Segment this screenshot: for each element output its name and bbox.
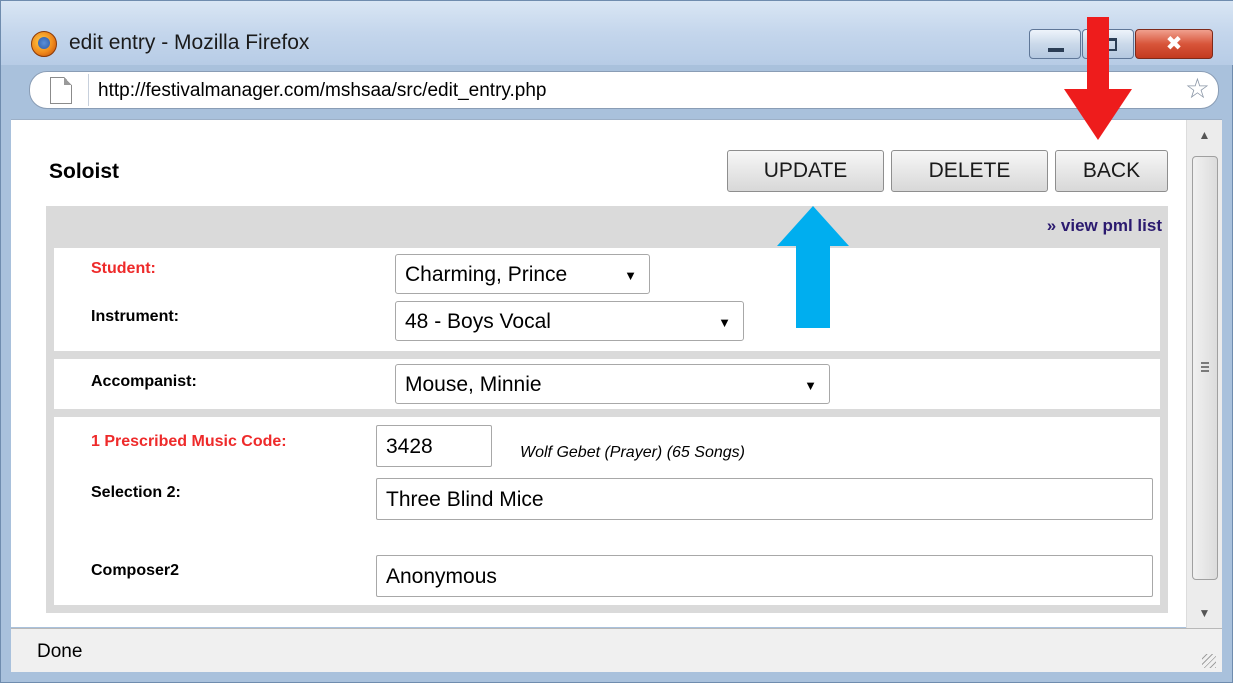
instrument-value: 48 - Boys Vocal [405, 310, 551, 333]
resize-grip-icon[interactable] [1202, 654, 1216, 668]
music-section: 1 Prescribed Music Code: 3428 Wolf Gebet… [54, 417, 1160, 605]
music-code-value: 3428 [386, 435, 433, 458]
vertical-scrollbar[interactable]: ▲ ▼ [1186, 120, 1222, 628]
entry-form: » view pml list Student: Charming, Princ… [46, 206, 1168, 613]
accompanist-select[interactable]: Mouse, Minnie ▼ [395, 364, 830, 404]
title-bar: edit entry - Mozilla Firefox ✖ [1, 1, 1233, 65]
page-content: Soloist UPDATE DELETE BACK » view pml li… [11, 119, 1222, 628]
address-bar[interactable]: http://festivalmanager.com/mshsaa/src/ed… [29, 71, 1219, 109]
scroll-down-icon[interactable]: ▼ [1187, 598, 1222, 628]
selection-2-input[interactable]: Three Blind Mice [376, 478, 1153, 520]
close-button[interactable]: ✖ [1135, 29, 1213, 59]
url-text[interactable]: http://festivalmanager.com/mshsaa/src/ed… [98, 80, 546, 102]
close-icon: ✖ [1165, 33, 1183, 55]
music-code-label: 1 Prescribed Music Code: [91, 433, 287, 450]
star-icon[interactable]: ☆ [1185, 74, 1210, 104]
status-text: Done [37, 641, 83, 662]
composer-2-input[interactable]: Anonymous [376, 555, 1153, 597]
selection-2-value: Three Blind Mice [386, 488, 544, 511]
music-title: Wolf Gebet (Prayer) (65 Songs) [520, 444, 745, 461]
chevron-down-icon: ▼ [718, 315, 731, 330]
browser-window: edit entry - Mozilla Firefox ✖ http://fe… [0, 0, 1233, 683]
scroll-thumb[interactable] [1192, 156, 1218, 580]
delete-button[interactable]: DELETE [891, 150, 1048, 192]
composer-2-value: Anonymous [386, 565, 497, 588]
blue-arrow-icon [777, 206, 849, 328]
update-button[interactable]: UPDATE [727, 150, 884, 192]
composer-2-label: Composer2 [91, 562, 180, 579]
view-pml-list-link[interactable]: » view pml list [1047, 216, 1162, 236]
minimize-icon [1048, 48, 1064, 52]
page-title: Soloist [49, 160, 120, 183]
student-select[interactable]: Charming, Prince ▼ [395, 254, 650, 294]
firefox-icon [31, 31, 57, 57]
grip-icon [1201, 362, 1209, 372]
page-icon [50, 77, 72, 104]
chevron-down-icon: ▼ [624, 268, 637, 283]
scroll-up-icon[interactable]: ▲ [1187, 120, 1222, 150]
selection-2-label: Selection 2: [91, 484, 181, 501]
chevron-down-icon: ▼ [804, 378, 817, 393]
music-code-input[interactable]: 3428 [376, 425, 492, 467]
window-title: edit entry - Mozilla Firefox [69, 31, 310, 54]
student-section: Student: Charming, Prince ▼ Instrument: … [54, 248, 1160, 351]
red-arrow-icon [1064, 17, 1132, 140]
accompanist-value: Mouse, Minnie [405, 373, 542, 396]
back-button[interactable]: BACK [1055, 150, 1168, 192]
status-bar: Done [11, 628, 1222, 672]
accompanist-label: Accompanist: [91, 373, 197, 390]
address-divider [88, 74, 89, 106]
student-label: Student: [91, 260, 156, 277]
student-value: Charming, Prince [405, 263, 568, 286]
instrument-label: Instrument: [91, 308, 179, 325]
accompanist-section: Accompanist: Mouse, Minnie ▼ [54, 359, 1160, 409]
instrument-select[interactable]: 48 - Boys Vocal ▼ [395, 301, 744, 341]
